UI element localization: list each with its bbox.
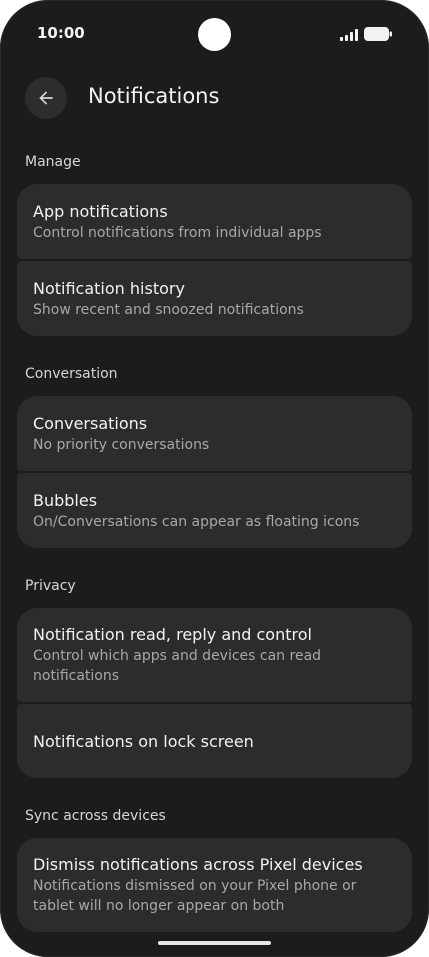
item-summary: No priority conversations [33, 436, 210, 453]
item-title: Dismiss notifications across Pixel devic… [33, 855, 363, 874]
app-bar: Notifications [0, 70, 429, 126]
item-summary: Show recent and snoozed notifications [33, 301, 304, 318]
signal-icon [340, 29, 358, 41]
arrow-back-icon [39, 91, 53, 105]
back-button[interactable] [25, 77, 67, 119]
notifications-on-lock-screen-item[interactable]: Notifications on lock screen [17, 704, 412, 778]
bubbles-item[interactable]: Bubbles On/Conversations can appear as f… [17, 473, 412, 548]
item-title: Bubbles [33, 490, 98, 510]
phone-screen: 10:00 Notifications Manage App notificat… [0, 0, 429, 957]
conversations-item[interactable]: Conversations No priority conversations [17, 396, 412, 471]
item-summary: Control notifications from individual ap… [33, 224, 322, 241]
item-title: Notifications on lock screen [33, 731, 254, 751]
item-summary: Notifications dismissed on your Pixel ph… [33, 878, 357, 914]
item-summary: Control which apps and devices can read … [33, 648, 322, 684]
section-header-privacy: Privacy [25, 578, 76, 594]
battery-icon [364, 27, 392, 41]
status-bar: 10:00 [0, 0, 429, 70]
front-camera-icon [198, 18, 231, 51]
item-summary: On/Conversations can appear as floating … [33, 513, 360, 530]
home-indicator[interactable] [158, 941, 271, 945]
item-title: Conversations [33, 413, 148, 433]
dismiss-across-pixel-devices-item[interactable]: Dismiss notifications across Pixel devic… [17, 838, 412, 932]
status-time: 10:00 [37, 24, 85, 42]
section-header-sync: Sync across devices [25, 808, 166, 824]
item-title: Notification read, reply and control [33, 625, 312, 644]
item-title: Notification history [33, 278, 185, 298]
section-header-manage: Manage [25, 154, 81, 170]
notification-read-reply-control-item[interactable]: Notification read, reply and control Con… [17, 608, 412, 702]
notification-history-item[interactable]: Notification history Show recent and sno… [17, 261, 412, 336]
page-title: Notifications [88, 84, 220, 108]
app-notifications-item[interactable]: App notifications Control notifications … [17, 184, 412, 259]
section-header-conversation: Conversation [25, 366, 118, 382]
item-title: App notifications [33, 201, 168, 221]
